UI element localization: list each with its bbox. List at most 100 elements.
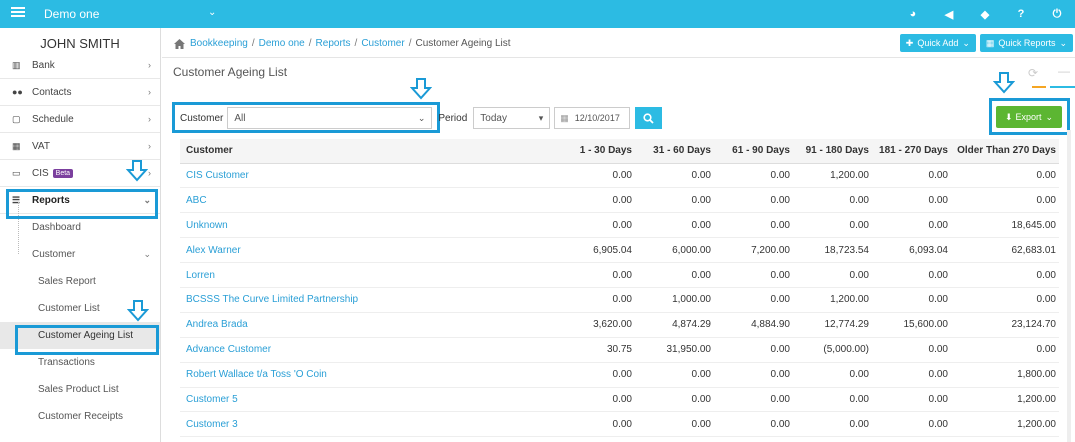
button-label: Export: [1015, 112, 1042, 122]
chevron-right-icon: ›: [148, 168, 151, 178]
amount-cell: 18,645.00: [951, 212, 1059, 239]
page-title: Customer Ageing List: [173, 65, 288, 79]
amount-cell: 3,620.00: [560, 312, 635, 338]
sidebar-item-label: Customer Receipts: [38, 411, 124, 422]
customer-link[interactable]: Unknown: [180, 212, 560, 239]
customer-link[interactable]: Lorren: [180, 262, 560, 288]
amount-cell: 0.00: [872, 362, 951, 388]
quick-reports-button[interactable]: ▦ Quick Reports ⌄: [979, 34, 1073, 52]
customer-link[interactable]: Andrea Brada: [180, 312, 560, 338]
sidebar-item-vat[interactable]: ▦ VAT ›: [0, 133, 160, 160]
quick-add-button[interactable]: ✚ Quick Add ⌄: [899, 34, 976, 52]
column-header[interactable]: Customer: [180, 139, 560, 164]
amount-cell: 0.00: [635, 411, 714, 438]
amount-cell: 23,124.70: [951, 312, 1059, 338]
amount-cell: 0.00: [872, 337, 951, 363]
amount-cell: 0.00: [951, 337, 1059, 363]
amount-cell: 0.00: [872, 411, 951, 438]
sidebar-item-label: Sales Product List: [38, 384, 119, 395]
power-icon[interactable]: ⏻: [1039, 0, 1075, 28]
sidebar-item-sales-report[interactable]: Sales Report: [0, 268, 160, 295]
amount-cell: 0.00: [872, 387, 951, 413]
customer-link[interactable]: Customer 5: [180, 387, 560, 413]
chevron-down-icon: ▾: [538, 113, 544, 123]
amount-cell: 0.00: [714, 163, 793, 189]
company-name[interactable]: Demo one: [44, 7, 99, 21]
sidebar-item-customer-receipts[interactable]: Customer Receipts: [0, 403, 160, 430]
table-row: Robert Wallace t/a Toss 'O Coin 0.00 0.00 0…: [180, 362, 1059, 388]
help-icon[interactable]: ?: [1003, 0, 1039, 28]
sidebar-item-label: VAT: [32, 140, 50, 152]
amount-cell: 0.00: [714, 411, 793, 438]
scrollbar[interactable]: [1067, 130, 1071, 442]
download-icon: ⬇: [1004, 111, 1013, 122]
column-header[interactable]: 181 - 270 Days: [872, 139, 951, 164]
column-header[interactable]: 61 - 90 Days: [714, 139, 793, 164]
amount-cell: 0.00: [872, 287, 951, 313]
sidebar-item-label: Customer List: [38, 303, 100, 314]
sidebar-item-sales-product-list[interactable]: Sales Product List: [0, 376, 160, 403]
customer-select[interactable]: All ⌄: [227, 107, 433, 129]
hamburger-menu-icon[interactable]: [10, 5, 26, 21]
chevron-right-icon: ›: [148, 87, 151, 97]
breadcrumb-bar: Bookkeeping / Demo one / Reports / Customer…: [162, 28, 1075, 58]
breadcrumb-link[interactable]: Customer: [361, 38, 404, 49]
customer-link[interactable]: Alex Warner: [180, 237, 560, 264]
megaphone-icon[interactable]: ◀: [931, 0, 967, 28]
sidebar-item-label: Contacts: [32, 86, 72, 98]
amount-cell: 1,800.00: [951, 362, 1059, 388]
amount-cell: 0.00: [793, 212, 872, 239]
period-select[interactable]: Today ▾: [473, 107, 551, 129]
arrow-down-icon: [993, 72, 1015, 94]
sidebar-item-label: Customer: [32, 249, 76, 260]
minimize-icon[interactable]: —: [1058, 64, 1070, 78]
sidebar-item-customer[interactable]: Customer ⌄: [0, 241, 160, 268]
breadcrumb-link[interactable]: Reports: [316, 38, 351, 49]
sidebar-item-contacts[interactable]: ●● Contacts ›: [0, 79, 160, 106]
amount-cell: 0.00: [635, 362, 714, 388]
amount-cell: 0.00: [793, 262, 872, 288]
sidebar: JOHN SMITH ▥ Bank › ●● Contacts › ▢ Sche…: [0, 28, 161, 442]
breadcrumb-link[interactable]: Demo one: [259, 38, 305, 49]
amount-cell: 0.00: [793, 387, 872, 413]
amount-cell: 30.75: [560, 337, 635, 363]
breadcrumb-link[interactable]: Bookkeeping: [190, 38, 248, 49]
amount-cell: 0.00: [635, 212, 714, 239]
customer-link[interactable]: BCSSS The Curve Limited Partnership: [180, 287, 560, 313]
top-bar: Demo one ⌄ ◕ ◀ ◆ ? ⏻: [0, 0, 1075, 28]
amount-cell: 0.00: [560, 387, 635, 413]
sidebar-item-bank[interactable]: ▥ Bank ›: [0, 52, 160, 79]
table-row: Unknown 0.00 0.00 0.00 0.00 0.00 18,645.00: [180, 212, 1059, 239]
table-row: ABC 0.00 0.00 0.00 0.00 0.00 0.00: [180, 187, 1059, 214]
ticket-icon[interactable]: ◆: [967, 0, 1003, 28]
palette-icon[interactable]: ◕: [895, 0, 931, 28]
refresh-icon[interactable]: ⟳: [1028, 66, 1038, 80]
customer-link[interactable]: CIS Customer: [180, 163, 560, 189]
beta-badge: Beta: [52, 168, 74, 178]
customer-link[interactable]: Customer 3: [180, 411, 560, 438]
column-header[interactable]: 91 - 180 Days: [793, 139, 872, 164]
amount-cell: 4,884.90: [714, 312, 793, 338]
column-header[interactable]: 31 - 60 Days: [635, 139, 714, 164]
customer-link[interactable]: Robert Wallace t/a Toss 'O Coin: [180, 362, 560, 388]
amount-cell: 0.00: [560, 212, 635, 239]
customer-link[interactable]: ABC: [180, 187, 560, 214]
home-icon[interactable]: [174, 38, 185, 49]
date-field[interactable]: ▦ 12/10/2017: [554, 107, 631, 129]
amount-cell: 0.00: [872, 187, 951, 214]
chevron-down-icon[interactable]: ⌄: [208, 7, 216, 18]
sidebar-item-label: Bank: [32, 59, 55, 71]
column-header[interactable]: Older Than 270 Days: [951, 139, 1059, 164]
ageing-highlight: [15, 325, 159, 355]
amount-cell: 0.00: [560, 362, 635, 388]
amount-cell: 62,683.01: [951, 237, 1059, 264]
amount-cell: 0.00: [714, 387, 793, 413]
export-button[interactable]: ⬇ Export ⌄: [996, 106, 1062, 128]
search-button[interactable]: [635, 107, 663, 129]
column-header[interactable]: 1 - 30 Days: [560, 139, 635, 164]
customer-link[interactable]: Advance Customer: [180, 337, 560, 363]
sidebar-item-schedule[interactable]: ▢ Schedule ›: [0, 106, 160, 133]
table-row: Customer 5 0.00 0.00 0.00 0.00 0.00 1,200.00: [180, 387, 1059, 413]
chevron-right-icon: ›: [148, 141, 151, 151]
amount-cell: 31,950.00: [635, 337, 714, 363]
